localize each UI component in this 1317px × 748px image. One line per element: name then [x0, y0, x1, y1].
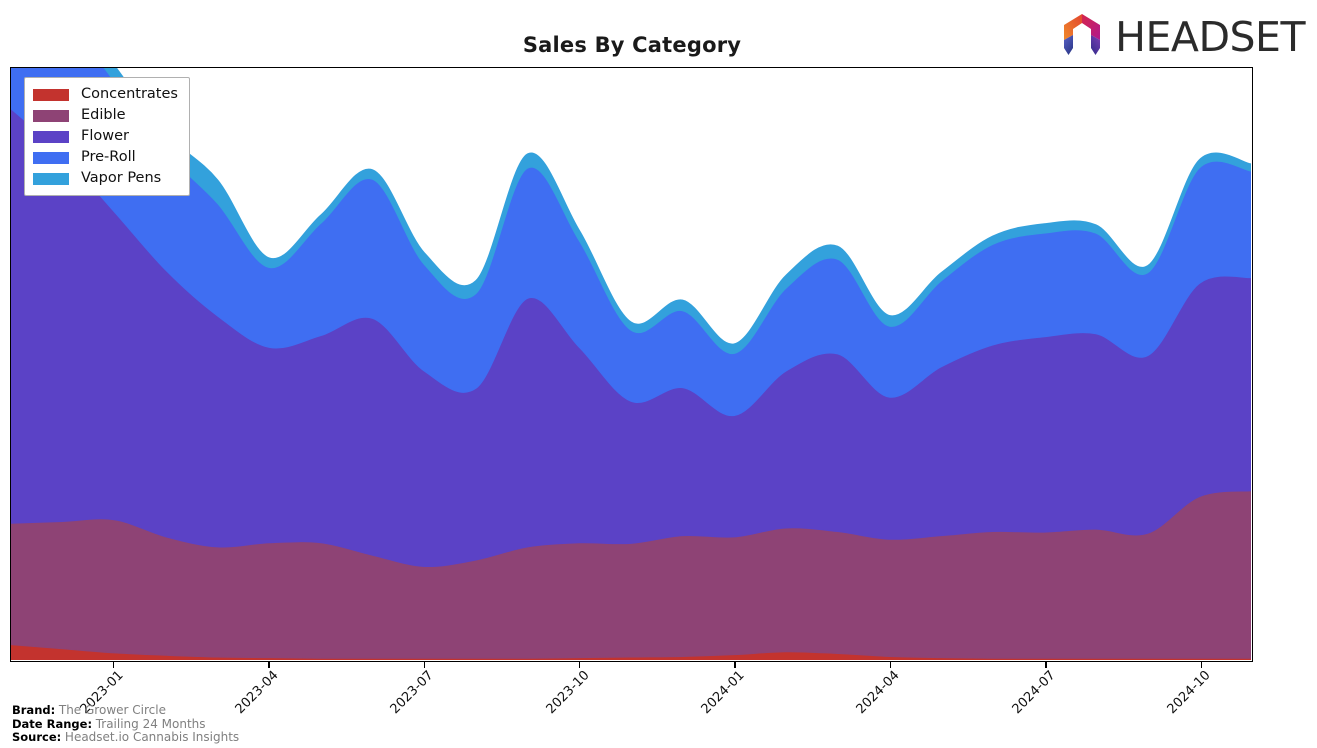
footer-metadata: Brand: The Grower Circle Date Range: Tra… — [12, 703, 240, 745]
x-tick-label: 2024-07 — [1009, 668, 1059, 718]
legend-item[interactable]: Flower — [33, 126, 178, 147]
footer-value-date-range: Trailing 24 Months — [95, 716, 206, 731]
legend-label-concentrates: Concentrates — [81, 86, 178, 103]
legend: Concentrates Edible Flower Pre-Roll Vapo… — [24, 77, 190, 196]
headset-hexagon-logo-icon — [1055, 10, 1109, 64]
plot-area: Concentrates Edible Flower Pre-Roll Vapo… — [10, 67, 1253, 662]
x-tick-mark — [268, 662, 270, 668]
legend-swatch-pre-roll — [33, 151, 69, 164]
legend-item[interactable]: Concentrates — [33, 84, 178, 105]
legend-item[interactable]: Vapor Pens — [33, 168, 178, 189]
footer-value-source: Headset.io Cannabis Insights — [64, 730, 240, 744]
legend-label-edible: Edible — [81, 107, 126, 124]
legend-label-pre-roll: Pre-Roll — [81, 149, 136, 166]
chart-page: Sales By Category HEADSET Concentrates E… — [0, 0, 1317, 748]
x-tick-label: 2024-01 — [698, 668, 748, 718]
x-tick-mark — [1045, 662, 1047, 668]
x-tick-mark — [423, 662, 426, 668]
footer-key-brand: Brand: — [12, 703, 56, 717]
stacked-area-chart — [11, 68, 1251, 660]
footer-row-date-range: Date Range: Trailing 24 Months — [12, 716, 239, 732]
legend-swatch-flower — [33, 130, 69, 143]
footer-row-source: Source: Headset.io Cannabis Insights — [12, 730, 240, 745]
x-tick-label: 2023-10 — [543, 668, 593, 718]
legend-item[interactable]: Pre-Roll — [33, 147, 178, 168]
legend-label-flower: Flower — [81, 128, 129, 145]
x-tick-label: 2024-10 — [1164, 668, 1214, 718]
footer-row-brand: Brand: The Grower Circle — [12, 703, 239, 718]
brand-logo: HEADSET — [1055, 10, 1305, 64]
x-tick-label: 2023-07 — [387, 668, 437, 718]
x-tick-mark — [112, 662, 115, 668]
x-tick-mark — [579, 662, 581, 668]
x-tick-label: 2024-04 — [854, 668, 904, 718]
footer-value-brand: The Grower Circle — [58, 703, 166, 717]
legend-swatch-edible — [33, 109, 69, 122]
legend-label-vapor-pens: Vapor Pens — [81, 170, 162, 187]
x-tick-mark — [1200, 662, 1202, 668]
footer-key-source: Source: — [12, 730, 62, 744]
legend-item[interactable]: Edible — [33, 105, 178, 126]
legend-swatch-concentrates — [33, 88, 69, 101]
legend-swatch-vapor-pens — [33, 172, 69, 185]
x-tick-mark — [734, 662, 736, 668]
footer-key-date-range: Date Range: — [12, 716, 93, 731]
logo-wordmark: HEADSET — [1115, 12, 1305, 61]
